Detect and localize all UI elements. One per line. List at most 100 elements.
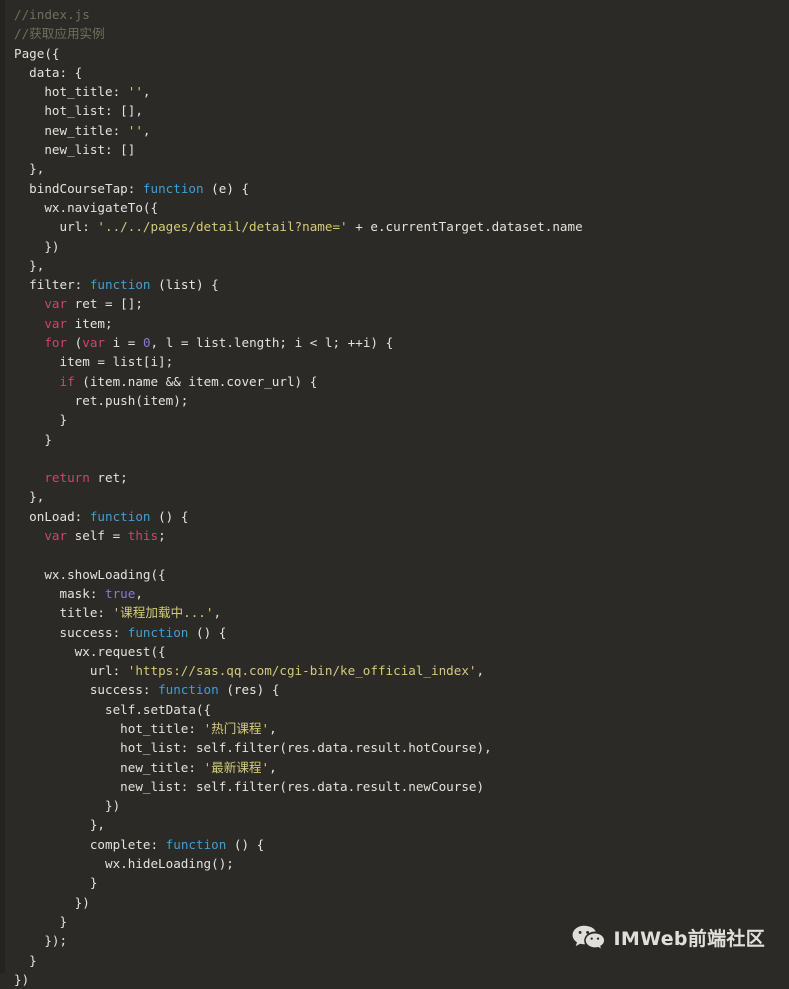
code-token-plain: , [213, 605, 222, 621]
code-token-comment: //获取应用实例 [14, 26, 105, 42]
code-line: wx.request({ [14, 642, 789, 661]
code-line: self.setData({ [14, 700, 789, 719]
code-line: }) [14, 796, 789, 815]
code-token-plain: new_title: [14, 122, 128, 138]
code-token-plain: }, [14, 161, 45, 177]
code-token-string: '' [127, 122, 143, 138]
code-token-plain: , [476, 663, 485, 679]
code-token-string: '最新课程' [203, 759, 270, 775]
code-token-plain: }, [14, 817, 105, 833]
code-token-plain: ( [67, 335, 83, 351]
code-line: wx.showLoading({ [14, 565, 789, 584]
code-token-plain: url: [14, 219, 98, 235]
code-token-plain: { [203, 277, 219, 293]
code-token-plain: }) [14, 238, 60, 254]
code-token-plain: data: { [14, 64, 83, 80]
code-token-number: 0 [142, 335, 151, 351]
code-token-plain: filter: [14, 277, 90, 293]
code-token-plain: ret = []; [67, 296, 143, 312]
code-token-plain: new_list: self.filter(res.data.result.ne… [14, 778, 485, 794]
code-token-plain: success: [14, 624, 128, 640]
editor-left-gutter [0, 0, 5, 973]
code-token-plain: } [14, 875, 98, 891]
code-token-keyword: if [59, 373, 75, 389]
code-line: success: function (res) { [14, 680, 789, 699]
code-line: title: '课程加载中...', [14, 603, 789, 622]
code-token-plain: Page({ [14, 45, 60, 61]
code-line: var ret = []; [14, 294, 789, 313]
code-line: } [14, 951, 789, 970]
code-token-plain: } [14, 431, 52, 447]
code-token-plain: , [142, 122, 151, 138]
code-token-keyword: var [82, 335, 106, 351]
code-line: for (var i = 0, l = list.length; i < l; … [14, 333, 789, 352]
code-line: wx.hideLoading(); [14, 854, 789, 873]
code-token-plain: } [14, 913, 68, 929]
code-token-parameter: (e) [211, 180, 234, 196]
code-token-function: function [89, 508, 151, 524]
code-line: } [14, 430, 789, 449]
code-line: //获取应用实例 [14, 24, 789, 43]
code-token-plain: }) [14, 894, 90, 910]
code-line: }) [14, 893, 789, 912]
code-token-keyword: var [44, 296, 68, 312]
code-line: }, [14, 159, 789, 178]
code-token-plain: { [249, 836, 265, 852]
code-token-plain: }); [14, 933, 68, 949]
code-line: }, [14, 256, 789, 275]
code-line: hot_title: '热门课程', [14, 719, 789, 738]
code-token-plain: wx.showLoading({ [14, 566, 166, 582]
code-line: var item; [14, 314, 789, 333]
code-token-plain: onLoad: [14, 508, 90, 524]
source-code-block[interactable]: //index.js //获取应用实例 Page({ data: { hot_tit… [14, 5, 789, 989]
code-token-plain: , l = list.length; i < l; ++i) { [150, 335, 394, 351]
code-token-parameter: () [158, 508, 174, 524]
code-line: new_title: '最新课程', [14, 758, 789, 777]
code-token-parameter: (list) [158, 277, 204, 293]
code-line: new_title: '', [14, 121, 789, 140]
code-token-plain: hot_list: self.filter(res.data.result.ho… [14, 740, 492, 756]
code-token-plain: ret; [89, 470, 128, 486]
code-token-plain: item; [67, 315, 113, 331]
code-token-plain: ; [158, 528, 166, 544]
code-token-plain: }, [14, 257, 45, 273]
code-line: hot_title: '', [14, 82, 789, 101]
code-token-function: function [89, 277, 151, 293]
code-token-comment: //index.js [14, 7, 90, 22]
code-line: url: '../../pages/detail/detail?name=' +… [14, 217, 789, 236]
code-token-keyword: var [44, 528, 68, 544]
code-token-string: 'https://sas.qq.com/cgi-bin/ke_official_… [127, 663, 477, 679]
code-token-plain: }) [14, 971, 30, 987]
code-token-keyword: this [127, 528, 159, 544]
code-token-parameter: (res) [226, 682, 265, 698]
code-token-keyword: return [44, 470, 90, 486]
code-line: }, [14, 487, 789, 506]
code-token-plain: title: [14, 605, 113, 621]
code-line: return ret; [14, 468, 789, 487]
code-line: mask: true, [14, 584, 789, 603]
code-line: new_list: [] [14, 140, 789, 159]
code-line: }, [14, 815, 789, 834]
code-line: data: { [14, 63, 789, 82]
code-token-function: function [142, 180, 204, 196]
code-token-plain: , [269, 759, 277, 775]
code-token-keyword: for [44, 335, 68, 351]
code-token-keyword: var [44, 315, 68, 331]
code-token-plain: , [142, 84, 151, 100]
code-token-plain: }, [14, 489, 45, 505]
code-token-plain: mask: [14, 585, 105, 601]
code-line: var self = this; [14, 526, 789, 545]
code-token-plain: } [14, 412, 68, 428]
code-line: Page({ [14, 44, 789, 63]
code-token-plain: new_list: [] [14, 142, 136, 158]
code-token-number: true [105, 585, 136, 601]
